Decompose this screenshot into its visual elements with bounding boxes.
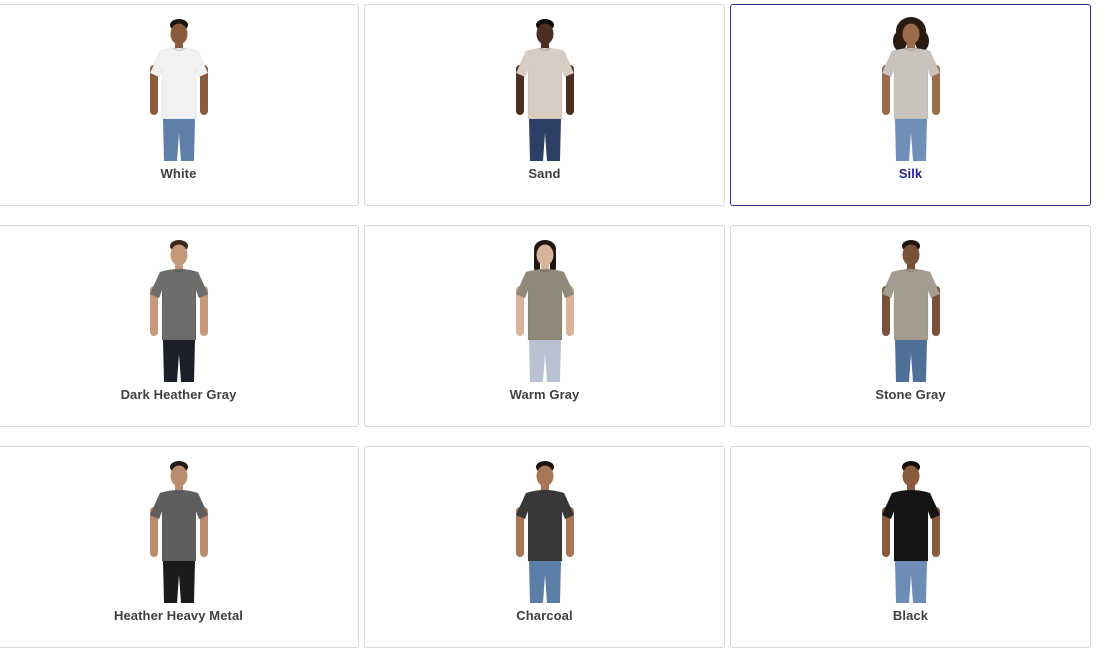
color-label: Stone Gray [875,387,946,402]
model-wearing-shirt-icon [141,17,216,161]
color-option-charcoal[interactable]: Charcoal [364,446,725,648]
color-option-dark-heather-gray[interactable]: Dark Heather Gray [0,225,359,427]
color-option-stone-gray[interactable]: Stone Gray [730,225,1091,427]
model-wearing-shirt-icon [873,17,948,161]
color-label: Charcoal [516,608,573,623]
model-wearing-shirt-icon [873,238,948,382]
color-option-sand[interactable]: Sand [364,4,725,206]
color-label: Warm Gray [509,387,580,402]
color-label: White [160,166,197,181]
color-swatch-grid: White Sand Silk Dark Heather Gray Warm G… [0,4,1091,648]
color-option-heather-heavy-metal[interactable]: Heather Heavy Metal [0,446,359,648]
model-wearing-shirt-icon [141,459,216,603]
model-wearing-shirt-icon [507,238,582,382]
color-option-white[interactable]: White [0,4,359,206]
color-label: Black [892,608,929,623]
color-option-black[interactable]: Black [730,446,1091,648]
color-label: Sand [528,166,561,181]
color-option-silk[interactable]: Silk [730,4,1091,206]
color-label: Silk [898,166,923,181]
color-label: Heather Heavy Metal [113,608,244,623]
model-wearing-shirt-icon [141,238,216,382]
color-label: Dark Heather Gray [120,387,237,402]
model-wearing-shirt-icon [873,459,948,603]
model-wearing-shirt-icon [507,17,582,161]
model-wearing-shirt-icon [507,459,582,603]
color-option-warm-gray[interactable]: Warm Gray [364,225,725,427]
